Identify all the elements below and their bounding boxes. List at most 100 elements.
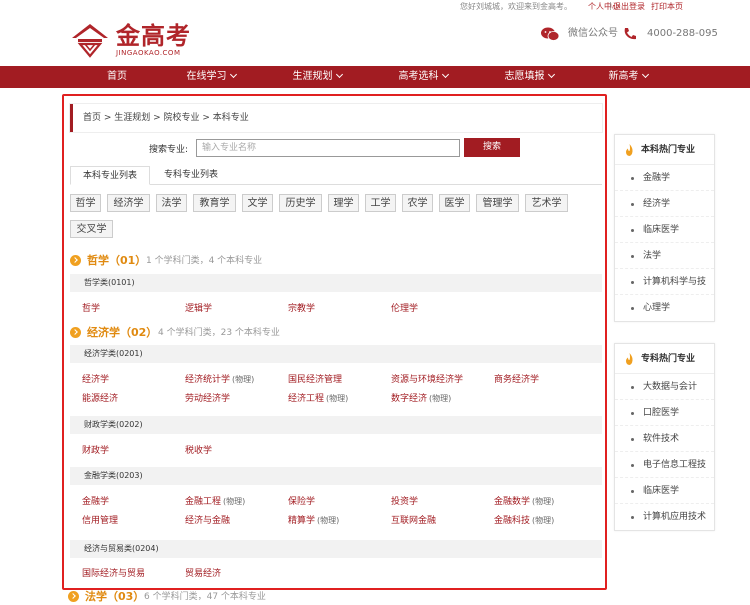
chip-discipline[interactable]: 交叉学 — [70, 220, 113, 238]
major-link[interactable]: 能源经济 — [82, 393, 118, 405]
tab-bachelor[interactable]: 本科专业列表 — [70, 166, 151, 185]
section-header: 经济学（02） 4 个学科门类，23 个本科专业 — [70, 325, 370, 341]
chip-discipline[interactable]: 工学 — [365, 194, 396, 212]
hot-major-item[interactable]: 计算机应用技术 — [615, 504, 714, 530]
major-link[interactable]: 宗教学 — [288, 303, 315, 315]
major-link[interactable]: 商务经济学 — [494, 374, 539, 386]
section-title: 哲学（01） — [87, 254, 147, 267]
nav-home[interactable]: 首页 — [92, 66, 142, 88]
major-link[interactable]: 数字经济 (物理) — [391, 393, 451, 405]
panel-header: 本科热门专业 — [615, 135, 714, 165]
major-link[interactable]: 信用管理 — [82, 515, 118, 527]
phone-icon — [624, 28, 636, 40]
panel-title: 本科热门专业 — [641, 145, 696, 155]
section-info: 6 个学科门类，47 个本科专业 — [144, 592, 266, 602]
hot-major-item[interactable]: 计算机科学与技 — [615, 269, 714, 295]
category-bar: 金融学类(0203) — [70, 467, 602, 485]
hot-major-item[interactable]: 经济学 — [615, 191, 714, 217]
nav-subject-selection[interactable]: 高考选科 — [388, 66, 458, 88]
chevron-down-icon — [641, 70, 649, 79]
hot-major-item[interactable]: 金融学 — [615, 165, 714, 191]
major-link[interactable]: 伦理学 — [391, 303, 418, 315]
major-link[interactable]: 哲学 — [82, 303, 100, 315]
section-header: 法学（03） 6 个学科门类，47 个本科专业 — [68, 589, 368, 605]
wechat-label: 微信公众号 — [568, 28, 618, 39]
hot-major-item[interactable]: 电子信息工程技 — [615, 452, 714, 478]
major-link[interactable]: 经济与金融 — [185, 515, 230, 527]
logo-domain: JINGAOKAO.COM — [116, 49, 181, 57]
breadcrumb[interactable]: 首页 > 生涯规划 > 院校专业 > 本科专业 — [70, 104, 602, 132]
chip-discipline[interactable]: 经济学 — [107, 194, 150, 212]
category-bar: 经济学类(0201) — [70, 345, 602, 363]
nav-online-learning[interactable]: 在线学习 — [176, 66, 246, 88]
chevron-down-icon — [229, 70, 237, 79]
major-link[interactable]: 经济统计学 (物理) — [185, 374, 254, 386]
nav-label: 新高考 — [608, 71, 639, 82]
search-label: 搜索专业: — [149, 145, 189, 155]
major-link[interactable]: 精算学 (物理) — [288, 515, 339, 527]
site-logo[interactable]: 金高考 JINGAOKAO.COM — [70, 22, 200, 60]
major-link[interactable]: 保险学 — [288, 496, 315, 508]
major-link[interactable]: 金融科技 (物理) — [494, 515, 554, 527]
tab-college[interactable]: 专科专业列表 — [152, 166, 230, 185]
category-bar: 财政学类(0202) — [70, 416, 602, 434]
major-link[interactable]: 税收学 — [185, 445, 212, 457]
section-header: 哲学（01） 1 个学科门类，4 个本科专业 — [70, 253, 370, 269]
major-link[interactable]: 互联网金融 — [391, 515, 436, 527]
logo-name: 金高考 — [116, 22, 191, 50]
chevron-down-icon — [335, 70, 343, 79]
major-link[interactable]: 贸易经济 — [185, 568, 221, 580]
chevron-down-icon — [441, 70, 449, 79]
chip-discipline[interactable]: 医学 — [439, 194, 470, 212]
chevron-down-icon — [547, 70, 555, 79]
print-link[interactable]: 打印本页 — [651, 1, 683, 12]
major-link[interactable]: 金融数学 (物理) — [494, 496, 554, 508]
major-link[interactable]: 逻辑学 — [185, 303, 212, 315]
arrow-circle-icon — [70, 327, 81, 338]
chip-discipline[interactable]: 管理学 — [476, 194, 519, 212]
chip-discipline[interactable]: 历史学 — [279, 194, 322, 212]
chip-discipline[interactable]: 理学 — [328, 194, 359, 212]
category-bar: 经济与贸易类(0204) — [70, 540, 602, 558]
search-button[interactable]: 搜索 — [464, 138, 520, 157]
hot-major-item[interactable]: 法学 — [615, 243, 714, 269]
nav-new-gaokao[interactable]: 新高考 — [598, 66, 658, 88]
chip-discipline[interactable]: 法学 — [156, 194, 187, 212]
hot-major-item[interactable]: 口腔医学 — [615, 400, 714, 426]
major-link[interactable]: 金融学 — [82, 496, 109, 508]
major-link[interactable]: 金融工程 (物理) — [185, 496, 245, 508]
major-link[interactable]: 财政学 — [82, 445, 109, 457]
phone-number: 4000-288-095 — [647, 28, 718, 39]
chip-discipline[interactable]: 艺术学 — [525, 194, 568, 212]
major-link[interactable]: 国民经济管理 — [288, 374, 342, 386]
hot-college-panel: 专科热门专业 大数据与会计 口腔医学 软件技术 电子信息工程技 临床医学 计算机… — [614, 343, 715, 531]
hot-major-item[interactable]: 临床医学 — [615, 478, 714, 504]
nav-application[interactable]: 志愿填报 — [494, 66, 564, 88]
major-list-panel: 首页 > 生涯规划 > 院校专业 > 本科专业 搜索专业: 输入专业名称 搜索 … — [62, 94, 607, 590]
hot-major-item[interactable]: 大数据与会计 — [615, 374, 714, 400]
nav-career-planning[interactable]: 生涯规划 — [282, 66, 352, 88]
major-link[interactable]: 经济学 — [82, 374, 109, 386]
category-bar: 哲学类(0101) — [70, 274, 602, 292]
major-link[interactable]: 投资学 — [391, 496, 418, 508]
chip-discipline[interactable]: 文学 — [242, 194, 273, 212]
major-link[interactable]: 劳动经济学 — [185, 393, 230, 405]
wechat-icon — [541, 27, 559, 41]
hot-major-item[interactable]: 心理学 — [615, 295, 714, 321]
hot-major-item[interactable]: 软件技术 — [615, 426, 714, 452]
divider: | — [609, 1, 612, 10]
arrow-circle-icon — [70, 255, 81, 266]
major-link[interactable]: 国际经济与贸易 — [82, 568, 145, 580]
hot-bachelor-panel: 本科热门专业 金融学 经济学 临床医学 法学 计算机科学与技 心理学 — [614, 134, 715, 322]
nav-label: 志愿填报 — [504, 71, 545, 82]
logout-link[interactable]: 退出登录 — [613, 1, 645, 12]
chip-discipline[interactable]: 农学 — [402, 194, 433, 212]
hot-major-item[interactable]: 临床医学 — [615, 217, 714, 243]
top-bar: 您好刘城城，欢迎来到金高考。 个人中心 | 退出登录 打印本页 — [0, 0, 750, 12]
nav-label: 生涯规划 — [292, 71, 333, 82]
major-link[interactable]: 资源与环境经济学 — [391, 374, 463, 386]
chip-discipline[interactable]: 哲学 — [70, 194, 101, 212]
search-input[interactable]: 输入专业名称 — [196, 139, 460, 157]
major-link[interactable]: 经济工程 (物理) — [288, 393, 348, 405]
chip-discipline[interactable]: 教育学 — [193, 194, 236, 212]
